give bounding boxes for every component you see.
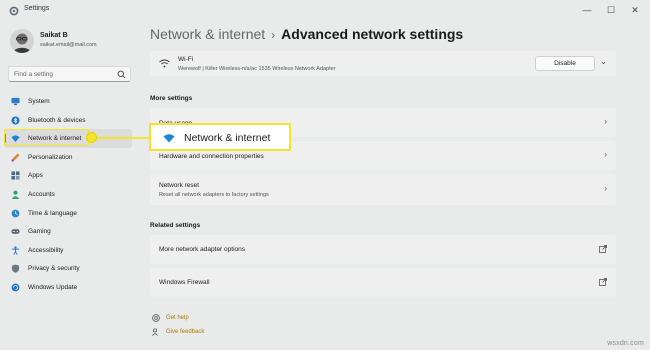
breadcrumb-separator: › — [271, 28, 276, 42]
network-internet-callout: Network & internet — [149, 123, 291, 151]
sidebar-item-accessibility[interactable]: Accessibility — [4, 241, 132, 260]
disable-button[interactable]: Disable — [535, 56, 595, 71]
search-placeholder: Find a setting — [14, 71, 54, 78]
sidebar-item-privacy-security[interactable]: Privacy & security — [4, 259, 132, 278]
sidebar-item-personalization[interactable]: Personalization — [4, 148, 132, 167]
sidebar-item-label: Windows Update — [28, 283, 78, 291]
help-icon — [152, 314, 160, 322]
sidebar-item-label: System — [28, 98, 50, 105]
give-feedback-link[interactable]: Give feedback — [166, 329, 204, 335]
sidebar-item-accounts[interactable]: Accounts — [4, 185, 132, 204]
search-icon[interactable] — [117, 70, 126, 79]
sidebar-nav: System Bluetooth & devices Network & int… — [4, 92, 132, 297]
get-help-link[interactable]: Get help — [166, 315, 189, 321]
sidebar-item-apps[interactable]: Apps — [4, 166, 132, 185]
chevron-right-icon: › — [604, 150, 607, 159]
adapter-name: Wi-Fi — [178, 56, 194, 63]
watermark: wsxdn.com — [607, 340, 644, 347]
sidebar-item-label: Accessibility — [28, 246, 64, 254]
brush-icon — [11, 153, 20, 162]
sidebar-item-windows-update[interactable]: Windows Update — [4, 278, 132, 297]
settings-window: Settings — ☐ ✕ Saikat B saikat.email@mai… — [0, 0, 650, 350]
update-icon — [11, 283, 20, 292]
setting-title: Network reset — [159, 182, 200, 189]
shield-icon — [11, 264, 20, 274]
user-avatar-icon — [10, 29, 34, 53]
maximize-button[interactable]: ☐ — [602, 2, 620, 18]
globe-clock-icon — [11, 209, 20, 217]
sidebar-item-label: Time & language — [28, 209, 77, 217]
sidebar-item-bluetooth[interactable]: Bluetooth & devices — [4, 111, 132, 130]
highlight-outline — [4, 129, 89, 146]
sidebar-item-system[interactable]: System — [4, 92, 132, 111]
minimize-button[interactable]: — — [578, 2, 596, 18]
external-link-icon — [599, 278, 607, 286]
close-button[interactable]: ✕ — [626, 2, 644, 18]
callout-connector — [92, 137, 149, 139]
gamepad-icon — [11, 229, 20, 234]
sidebar-item-label: Apps — [28, 172, 43, 180]
feedback-icon — [152, 328, 158, 336]
sidebar-item-gaming[interactable]: Gaming — [4, 222, 132, 241]
monitor-icon — [11, 97, 20, 106]
app-title: Settings — [24, 5, 50, 12]
apps-icon — [11, 171, 20, 180]
setting-title: More network adapter options — [159, 246, 245, 253]
sidebar-item-time-language[interactable]: Time & language — [4, 204, 132, 223]
avatar — [10, 29, 34, 53]
callout-label: Network & internet — [184, 132, 271, 144]
person-icon — [11, 190, 20, 199]
section-title-more-settings: More settings — [150, 95, 193, 102]
user-name: Saikat B — [40, 32, 68, 39]
sidebar-item-label: Gaming — [28, 228, 51, 236]
section-title-related-settings: Related settings — [150, 222, 201, 229]
chevron-right-icon: › — [604, 184, 607, 193]
setting-more-adapter-options[interactable]: More network adapter options — [150, 235, 616, 264]
page-title: Advanced network settings — [281, 26, 464, 42]
search-input[interactable]: Find a setting — [8, 66, 131, 82]
settings-gear-icon — [9, 6, 19, 16]
setting-windows-firewall[interactable]: Windows Firewall — [150, 268, 616, 297]
sidebar-item-label: Bluetooth & devices — [28, 116, 86, 124]
wifi-icon — [159, 59, 170, 68]
setting-title: Windows Firewall — [159, 279, 210, 286]
user-email: saikat.email@mail.com — [40, 42, 97, 48]
sidebar-item-label: Accounts — [28, 190, 55, 198]
setting-subtitle: Reset all network adapters to factory se… — [159, 192, 269, 198]
accessibility-icon — [11, 246, 20, 255]
setting-network-reset[interactable]: Network reset Reset all network adapters… — [150, 174, 616, 205]
external-link-icon — [599, 245, 607, 253]
expand-chevron-icon[interactable]: ⌄ — [600, 57, 607, 66]
wifi-icon — [163, 134, 175, 143]
sidebar-item-label: Privacy & security — [28, 265, 80, 273]
sidebar-item-label: Personalization — [28, 153, 73, 161]
callout-dot — [86, 132, 97, 143]
breadcrumb: Network & internet › Advanced network sett… — [150, 26, 463, 42]
breadcrumb-parent-link[interactable]: Network & internet — [150, 26, 265, 42]
setting-title: Hardware and connection properties — [159, 153, 264, 160]
adapter-description: Werewolf | Killer Wireless-n/a/ac 1535 W… — [178, 66, 336, 72]
title-bar: Settings — ☐ ✕ — [0, 0, 650, 22]
chevron-right-icon: › — [604, 117, 607, 126]
bluetooth-icon — [11, 116, 20, 125]
